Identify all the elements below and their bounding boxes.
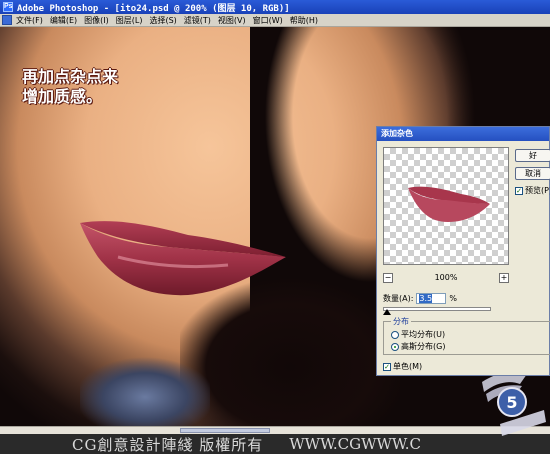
uniform-radio[interactable] bbox=[391, 330, 399, 339]
ok-button[interactable]: 好 bbox=[515, 149, 550, 162]
tutorial-caption: 再加点杂点来 增加质感。 bbox=[22, 67, 118, 107]
gaussian-radio[interactable] bbox=[391, 342, 399, 351]
menu-window[interactable]: 窗口(W) bbox=[253, 15, 283, 26]
caption-line-1: 再加点杂点来 bbox=[22, 67, 119, 86]
cancel-button[interactable]: 取消 bbox=[515, 167, 550, 180]
amount-label: 数量(A): bbox=[383, 294, 414, 303]
preview-checkbox[interactable]: ✓ bbox=[515, 186, 523, 195]
amount-row: 数量(A): 3.5 % bbox=[383, 293, 457, 304]
menu-file[interactable]: 文件(F) bbox=[16, 15, 43, 26]
scrollbar-thumb[interactable] bbox=[180, 428, 270, 433]
preview-checkbox-row[interactable]: ✓ 预览(P) bbox=[515, 185, 550, 196]
svg-text:5: 5 bbox=[506, 393, 517, 412]
monochromatic-label: 单色(M) bbox=[393, 362, 423, 371]
uniform-option[interactable]: 平均分布(U) bbox=[391, 329, 445, 340]
zoom-controls: − 100% + bbox=[383, 273, 509, 285]
copyright-text: CG創意設計陣綫 版權所有 bbox=[72, 435, 264, 454]
amount-unit: % bbox=[449, 294, 458, 303]
photoshop-logo-icon[interactable] bbox=[2, 15, 12, 25]
gaussian-option[interactable]: 高斯分布(G) bbox=[391, 341, 445, 352]
filter-preview[interactable] bbox=[383, 147, 509, 265]
title-bar: Ps Adobe Photoshop - [ito24.psd @ 200% (… bbox=[0, 0, 550, 14]
zoom-level: 100% bbox=[434, 273, 458, 282]
zoom-in-button[interactable]: + bbox=[499, 273, 509, 283]
gaussian-label: 高斯分布(G) bbox=[401, 342, 446, 351]
dialog-title: 添加杂色 bbox=[377, 127, 549, 141]
add-noise-dialog: 添加杂色 − 100% + 好 取消 ✓ 预览(P) 数量(A): 3.5 % … bbox=[376, 126, 550, 376]
menu-edit[interactable]: 编辑(E) bbox=[50, 15, 77, 26]
amount-input[interactable]: 3.5 bbox=[416, 293, 447, 304]
menu-help[interactable]: 帮助(H) bbox=[290, 15, 318, 26]
amount-slider[interactable] bbox=[383, 307, 491, 311]
preview-lips bbox=[408, 186, 490, 222]
menu-layer[interactable]: 图层(L) bbox=[116, 15, 143, 26]
menu-filter[interactable]: 滤镜(T) bbox=[184, 15, 211, 26]
watermark-footer: CG創意設計陣綫 版權所有 WWW.CGWWW.C bbox=[0, 434, 550, 454]
amount-value: 3.5 bbox=[419, 294, 433, 303]
menu-image[interactable]: 图像(I) bbox=[84, 15, 109, 26]
distribution-label: 分布 bbox=[391, 316, 411, 327]
monochromatic-row[interactable]: ✓ 单色(M) bbox=[383, 361, 422, 372]
menu-bar: 文件(F) 编辑(E) 图像(I) 图层(L) 选择(S) 滤镜(T) 视图(V… bbox=[0, 14, 550, 27]
preview-label: 预览(P) bbox=[525, 186, 550, 195]
monochromatic-checkbox[interactable]: ✓ bbox=[383, 362, 391, 371]
photoshop-app-icon: Ps bbox=[3, 2, 13, 12]
lips-illustration bbox=[80, 221, 286, 296]
menu-view[interactable]: 视图(V) bbox=[218, 15, 246, 26]
amount-slider-thumb[interactable] bbox=[383, 309, 391, 315]
site-url: WWW.CGWWW.C bbox=[289, 435, 421, 453]
window-title: Adobe Photoshop - [ito24.psd @ 200% (图层 … bbox=[17, 3, 290, 14]
caption-line-2: 增加质感。 bbox=[22, 87, 103, 106]
uniform-label: 平均分布(U) bbox=[401, 330, 446, 339]
collar-shadow bbox=[80, 357, 210, 427]
menu-select[interactable]: 选择(S) bbox=[149, 15, 176, 26]
